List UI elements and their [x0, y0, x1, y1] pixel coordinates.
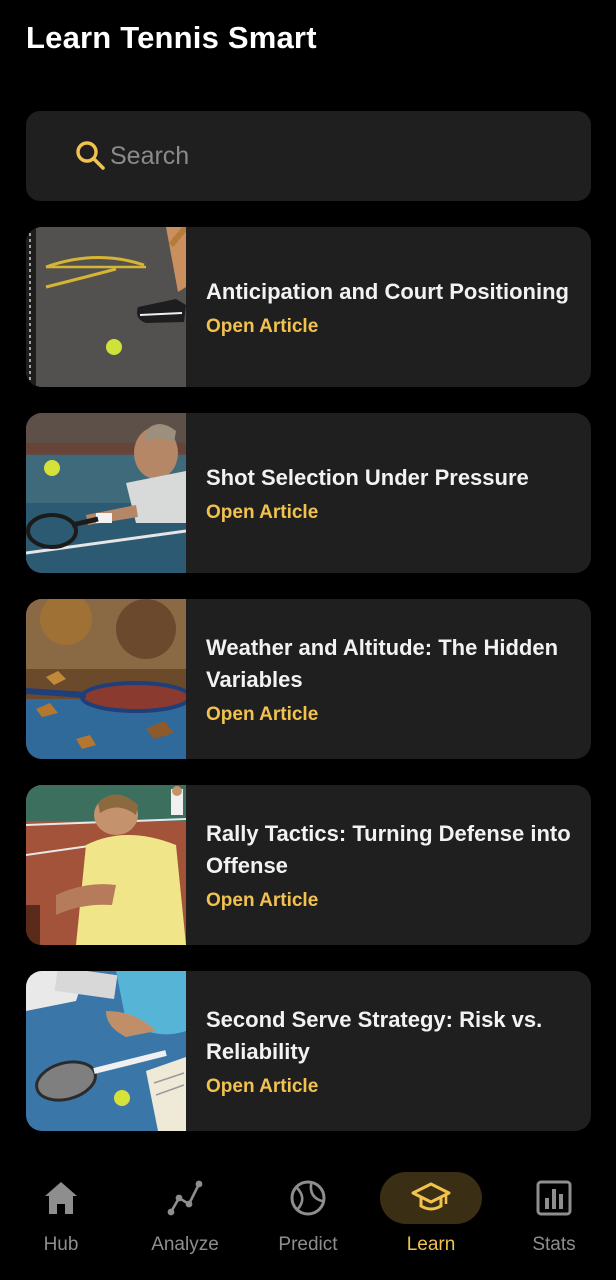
article-text: Second Serve Strategy: Risk vs. Reliabil… — [206, 971, 571, 1131]
nav-label-predict: Predict — [278, 1234, 338, 1255]
page-title: Learn Tennis Smart — [26, 20, 317, 55]
racket-tablet-notes-photo — [26, 971, 186, 1131]
bar-chart-icon — [536, 1180, 572, 1216]
article-text: Weather and Altitude: The Hidden Variabl… — [206, 599, 571, 759]
trend-line-icon — [167, 1180, 203, 1216]
nav-item-learn[interactable]: Learn — [376, 1172, 486, 1272]
article-text: Rally Tactics: Turning Defense into Offe… — [206, 785, 571, 945]
nav-label-stats: Stats — [532, 1234, 576, 1255]
nav-item-hub[interactable]: Hub — [6, 1172, 116, 1272]
article-card[interactable]: Rally Tactics: Turning Defense into Offe… — [26, 785, 591, 945]
article-title: Second Serve Strategy: Risk vs. Reliabil… — [206, 1007, 543, 1064]
nav-label-analyze: Analyze — [151, 1234, 219, 1255]
learn-screen: Learn Tennis Smart Search Anticipation a… — [0, 0, 616, 1280]
open-article-link[interactable]: Open Article — [206, 316, 571, 338]
article-text: Anticipation and Court Positioning Open … — [206, 227, 571, 387]
player-diving-volley-photo — [26, 413, 186, 573]
article-card[interactable]: Weather and Altitude: The Hidden Variabl… — [26, 599, 591, 759]
article-text: Shot Selection Under Pressure Open Artic… — [206, 413, 571, 573]
article-title: Shot Selection Under Pressure — [206, 465, 529, 490]
player-clay-court-photo — [26, 785, 186, 945]
graduation-cap-icon — [411, 1182, 451, 1211]
nav-item-predict[interactable]: Predict — [253, 1172, 363, 1272]
search-input[interactable] — [110, 133, 560, 179]
article-card[interactable]: Shot Selection Under Pressure Open Artic… — [26, 413, 591, 573]
open-article-link[interactable]: Open Article — [206, 502, 571, 524]
article-title: Rally Tactics: Turning Defense into Offe… — [206, 821, 571, 878]
racket-autumn-leaves-photo — [26, 599, 186, 759]
article-title: Weather and Altitude: The Hidden Variabl… — [206, 635, 559, 692]
nav-item-analyze[interactable]: Analyze — [130, 1172, 240, 1272]
nav-item-stats[interactable]: Stats — [499, 1172, 609, 1272]
article-list: Anticipation and Court Positioning Open … — [26, 227, 591, 1157]
tennis-ball-icon — [290, 1180, 326, 1216]
home-icon — [45, 1182, 77, 1214]
article-card[interactable]: Anticipation and Court Positioning Open … — [26, 227, 591, 387]
open-article-link[interactable]: Open Article — [206, 890, 571, 912]
open-article-link[interactable]: Open Article — [206, 704, 571, 726]
search-icon — [76, 141, 105, 170]
article-title: Anticipation and Court Positioning — [206, 279, 569, 304]
bottom-navigation: Hub Analyze Predict Learn Stats — [0, 1158, 616, 1280]
search-bar[interactable] — [26, 111, 591, 201]
open-article-link[interactable]: Open Article — [206, 1076, 571, 1098]
court-positioning-photo — [26, 227, 186, 387]
article-card[interactable]: Second Serve Strategy: Risk vs. Reliabil… — [26, 971, 591, 1131]
nav-label-hub: Hub — [43, 1234, 79, 1255]
nav-label-learn: Learn — [406, 1234, 456, 1255]
